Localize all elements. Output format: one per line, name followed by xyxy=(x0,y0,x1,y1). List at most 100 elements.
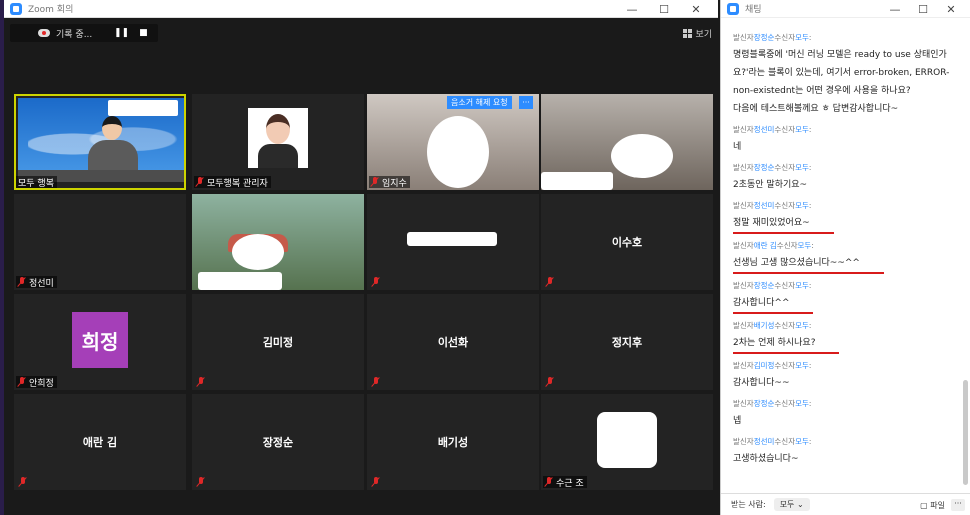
participant-tile-11[interactable]: 이선화 xyxy=(367,294,539,390)
maximize-button[interactable]: ☐ xyxy=(648,3,680,16)
receiver-name[interactable]: 모두 xyxy=(798,241,812,250)
receiver-name[interactable]: 모두 xyxy=(795,399,809,408)
face-blur-mask xyxy=(427,116,489,188)
view-button[interactable]: 보기 xyxy=(683,27,712,40)
participant-name: 이수호 xyxy=(611,236,643,249)
mic-muted-icon xyxy=(372,377,380,387)
receiver-name[interactable]: 모두 xyxy=(795,321,809,330)
participant-tile-1[interactable]: 모두 행복 xyxy=(14,94,186,190)
chat-message-header: 발신자장정순수신자모두: xyxy=(733,32,961,43)
receiver-prefix: 수신자 xyxy=(774,399,796,408)
participant-tile-5[interactable]: 정선미 xyxy=(14,194,186,290)
participant-tile-2[interactable]: 모두행복 관리자 xyxy=(192,94,364,190)
minimize-button[interactable]: — xyxy=(881,3,909,16)
more-options-button[interactable]: ··· xyxy=(519,96,533,109)
chat-message-text: 감사합니다^^ xyxy=(733,294,961,314)
message-body: 정말 재미있었어요~ xyxy=(733,214,834,234)
recording-bar: 기록 중... ❚❚ ■ xyxy=(10,24,158,42)
recipient-select[interactable]: 모두 ⌄ xyxy=(773,498,810,511)
unmute-request-button[interactable]: 음소거 해제 요청 xyxy=(447,96,512,109)
sender-name[interactable]: 배기성 xyxy=(754,321,775,330)
participant-tile-13[interactable]: 애란 김 xyxy=(14,394,186,490)
video-feed xyxy=(18,98,184,182)
header-colon: : xyxy=(808,163,812,172)
receiver-name[interactable]: 모두 xyxy=(795,361,809,370)
receiver-prefix: 수신자 xyxy=(774,321,796,330)
chat-message-header: 발신자장정순수신자모두: xyxy=(733,162,961,173)
receiver-name[interactable]: 모두 xyxy=(795,201,809,210)
participant-tile-6[interactable] xyxy=(192,194,364,290)
chat-titlebar: 채팅 — ☐ ✕ xyxy=(721,0,970,18)
receiver-name[interactable]: 모두 xyxy=(795,437,809,446)
participant-tile-14[interactable]: 장정순 xyxy=(192,394,364,490)
close-button[interactable]: ✕ xyxy=(937,3,965,16)
stop-recording-button[interactable]: ■ xyxy=(139,28,148,38)
message-body: 명령블록중에 '머신 러닝 모델은 ready to use 상태인가요?'라는… xyxy=(733,50,950,114)
cloud-recording-icon xyxy=(38,29,50,37)
pause-recording-button[interactable]: ❚❚ xyxy=(114,28,129,38)
banner-sign xyxy=(108,100,178,116)
sender-name[interactable]: 장정순 xyxy=(754,33,775,42)
sender-name[interactable]: 장정순 xyxy=(754,399,775,408)
chat-message-text: 2초동안 말하기요~ xyxy=(733,176,961,194)
participant-tile-9[interactable]: 희정 안희정 xyxy=(14,294,186,390)
file-button[interactable]: ▢ 파일 xyxy=(920,500,945,511)
sender-name[interactable]: 장정순 xyxy=(754,163,775,172)
chat-window-title: 채팅 xyxy=(745,5,762,15)
participant-name: 수근 조 xyxy=(556,478,584,489)
sender-name[interactable]: 정선미 xyxy=(754,125,775,134)
name-blur-mask xyxy=(198,272,282,290)
chat-message-text: 명령블록중에 '머신 러닝 모델은 ready to use 상태인가요?'라는… xyxy=(733,46,961,118)
zoom-meeting-window: Zoom 회의 — ☐ ✕ 기록 중... ❚❚ ■ 보기 모두 행복 모두행복… xyxy=(0,0,718,515)
receiver-name[interactable]: 모두 xyxy=(795,163,809,172)
chat-message-text: 2차는 언제 하시나요? xyxy=(733,334,961,354)
participant-tile-3[interactable]: 음소거 해제 요청 ··· 임지수 xyxy=(367,94,539,190)
sender-name[interactable]: 김미정 xyxy=(754,361,775,370)
participant-tile-10[interactable]: 김미정 xyxy=(192,294,364,390)
receiver-name[interactable]: 모두 xyxy=(795,33,809,42)
participant-tile-16[interactable]: 수근 조 xyxy=(541,394,713,490)
participant-tile-12[interactable]: 정지후 xyxy=(541,294,713,390)
chat-footer: 받는 사람: 모두 ⌄ ▢ 파일 ··· xyxy=(721,493,970,515)
sender-name[interactable]: 정선미 xyxy=(754,437,775,446)
sender-prefix: 발신자 xyxy=(733,163,754,172)
mic-muted-icon xyxy=(18,277,26,287)
participant-tile-8[interactable]: 이수호 xyxy=(541,194,713,290)
name-blur-mask xyxy=(407,232,497,246)
message-body: 네 xyxy=(733,142,742,152)
participant-tile-15[interactable]: 배기성 xyxy=(367,394,539,490)
participant-avatar: 희정 xyxy=(72,312,128,368)
chat-message-header: 발신자배기성수신자모두: xyxy=(733,320,961,331)
receiver-prefix: 수신자 xyxy=(774,33,796,42)
zoom-window-controls: — ☐ ✕ xyxy=(616,0,712,18)
maximize-button[interactable]: ☐ xyxy=(909,3,937,16)
sender-name[interactable]: 애란 김 xyxy=(754,241,777,250)
face-blur-mask xyxy=(597,412,657,468)
chat-message-text: 정말 재미있었어요~ xyxy=(733,214,961,234)
sender-name[interactable]: 정선미 xyxy=(754,201,775,210)
receiver-name[interactable]: 모두 xyxy=(795,125,809,134)
chat-scrollbar[interactable] xyxy=(963,380,968,485)
chat-message-text: 감사합니다~~ xyxy=(733,374,961,392)
close-button[interactable]: ✕ xyxy=(680,3,712,16)
participant-tile-4[interactable] xyxy=(541,94,713,190)
mic-muted-icon xyxy=(197,377,205,387)
header-colon: : xyxy=(808,201,812,210)
face-blur-mask xyxy=(232,234,284,270)
receiver-prefix: 수신자 xyxy=(774,163,796,172)
header-colon: : xyxy=(808,125,812,134)
to-label: 받는 사람: xyxy=(731,500,766,509)
participant-name: 정선미 xyxy=(29,278,54,289)
zoom-app-icon xyxy=(727,2,739,15)
minimize-button[interactable]: — xyxy=(616,3,648,16)
message-body: 선생님 고생 많으셨습니다~~^^ xyxy=(733,254,884,274)
sender-name[interactable]: 장정순 xyxy=(754,281,775,290)
view-label: 보기 xyxy=(695,30,712,40)
header-colon: : xyxy=(808,321,812,330)
receiver-name[interactable]: 모두 xyxy=(795,281,809,290)
participant-tile-7[interactable] xyxy=(367,194,539,290)
name-blur-mask xyxy=(541,172,613,190)
chat-message: 발신자장정순수신자모두: 감사합니다^^ xyxy=(733,280,961,314)
sender-prefix: 발신자 xyxy=(733,201,754,210)
chat-more-button[interactable]: ··· xyxy=(951,499,965,511)
